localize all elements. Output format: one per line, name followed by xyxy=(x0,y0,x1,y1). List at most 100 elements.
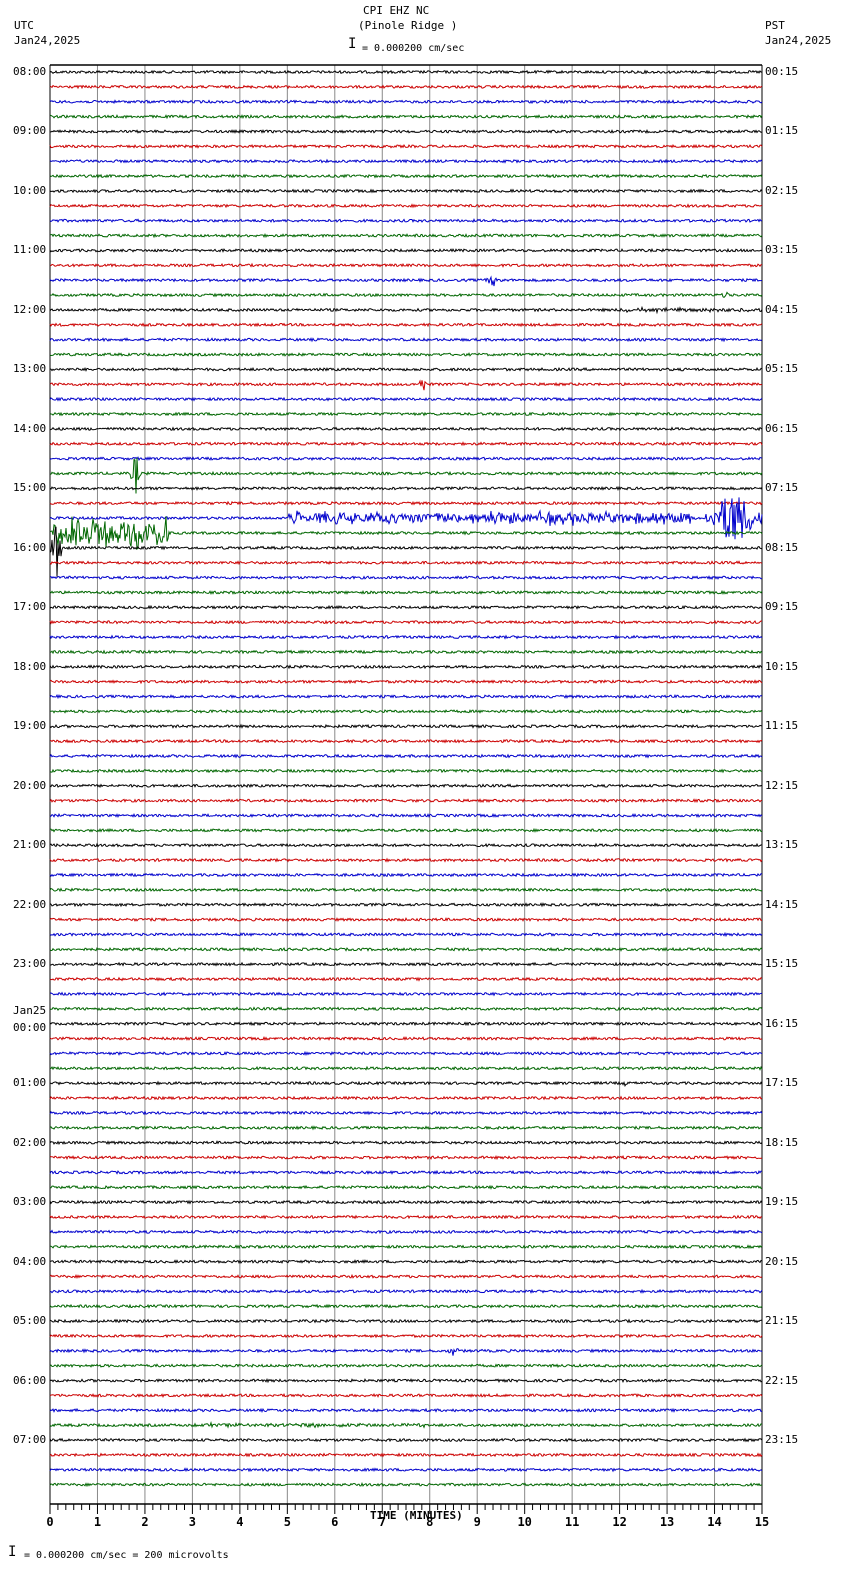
seismic-trace xyxy=(49,1244,763,1250)
utc-hour-label: 20:00 xyxy=(13,778,47,792)
seismic-trace xyxy=(49,143,763,149)
pst-hour-label: 13:15 xyxy=(765,838,799,852)
x-tick-label: 3 xyxy=(189,1515,196,1529)
utc-hour-label: 14:00 xyxy=(13,421,47,435)
seismic-trace xyxy=(49,575,763,580)
utc-hour-label: 15:00 xyxy=(13,481,47,495)
seismic-trace xyxy=(49,99,763,105)
seismic-trace xyxy=(50,827,763,833)
seismic-trace xyxy=(49,589,763,595)
seismic-trace xyxy=(49,188,763,194)
seismic-trace xyxy=(49,1125,763,1131)
utc-hour-label: 08:00 xyxy=(13,65,47,78)
seismic-trace xyxy=(49,69,763,75)
seismic-trace xyxy=(49,1035,762,1042)
x-tick-label: 10 xyxy=(517,1515,531,1529)
pst-hour-label: 19:15 xyxy=(765,1195,799,1209)
pst-hour-label: 10:15 xyxy=(765,659,799,673)
seismic-trace xyxy=(49,1006,763,1012)
seismic-trace xyxy=(49,1452,763,1458)
x-tick-label: 6 xyxy=(331,1515,338,1529)
pst-hour-label: 23:15 xyxy=(765,1433,799,1447)
seismic-trace xyxy=(49,441,763,447)
seismic-trace xyxy=(49,1184,763,1190)
seismic-trace xyxy=(49,262,763,268)
utc-hour-label: 10:00 xyxy=(13,183,47,197)
utc-hour-label: 05:00 xyxy=(13,1314,47,1328)
footer-scale-icon: I xyxy=(8,1544,17,1560)
seismic-trace xyxy=(49,857,763,863)
pst-hour-label: 06:15 xyxy=(765,421,799,435)
seismic-trace xyxy=(49,1348,763,1356)
seismic-trace xyxy=(49,664,763,670)
seismic-trace xyxy=(49,1050,763,1056)
utc-hour-label: 01:00 xyxy=(13,1076,47,1090)
seismic-trace xyxy=(49,1110,763,1116)
utc-hour-label: 06:00 xyxy=(13,1373,47,1387)
seismic-trace xyxy=(49,619,762,625)
seismic-trace xyxy=(49,84,763,90)
seismic-trace xyxy=(49,604,763,610)
seismic-trace xyxy=(49,1021,762,1027)
pst-hour-label: 02:15 xyxy=(765,183,799,197)
x-tick-label: 14 xyxy=(707,1515,721,1529)
seismic-trace xyxy=(49,411,763,417)
seismic-trace xyxy=(49,305,763,315)
pst-hour-label: 17:15 xyxy=(765,1076,799,1090)
seismic-trace xyxy=(49,1095,763,1101)
seismic-trace xyxy=(49,1303,763,1309)
seismic-trace xyxy=(49,485,763,491)
x-tick-label: 2 xyxy=(141,1515,148,1529)
utc-hour-label: 00:00 xyxy=(13,1020,47,1034)
footer-scale-label: = 0.000200 cm/sec = 200 microvolts xyxy=(24,1550,229,1561)
seismic-trace xyxy=(49,1482,763,1488)
pst-hour-label: 12:15 xyxy=(765,778,799,792)
seismic-trace xyxy=(49,753,763,759)
seismic-trace xyxy=(49,1288,763,1294)
seismic-trace xyxy=(49,456,763,462)
utc-hour-label: 19:00 xyxy=(13,719,47,733)
seismic-trace xyxy=(50,709,763,714)
x-tick-label: 0 xyxy=(46,1515,53,1529)
x-tick-label: 9 xyxy=(474,1515,481,1529)
seismic-trace xyxy=(49,649,763,655)
seismic-trace xyxy=(49,1273,763,1279)
x-tick-label: 11 xyxy=(565,1515,579,1529)
seismic-trace xyxy=(49,203,763,209)
pst-hour-label: 11:15 xyxy=(765,719,799,733)
pst-hour-label: 09:15 xyxy=(765,600,799,614)
seismic-trace xyxy=(49,1065,763,1071)
utc-hour-label: 18:00 xyxy=(13,659,47,673)
seismic-trace xyxy=(49,768,763,774)
seismic-trace xyxy=(49,396,763,402)
helicorder-plot: 0 1 2 3 4 5 6 7 8 9 10 11 12 13 14 15 xyxy=(46,64,769,1529)
seismic-trace xyxy=(49,917,763,922)
seismic-trace xyxy=(49,158,763,164)
seismic-trace xyxy=(49,783,763,789)
seismic-trace xyxy=(49,679,763,685)
seismic-trace xyxy=(49,1154,763,1161)
seismic-trace xyxy=(49,1467,763,1473)
seismic-trace xyxy=(49,1199,763,1205)
pst-hour-label: 14:15 xyxy=(765,897,799,911)
pst-hour-label: 07:15 xyxy=(765,481,799,495)
utc-hour-label: 23:00 xyxy=(13,957,47,971)
x-tick-label: 13 xyxy=(660,1515,674,1529)
seismic-trace xyxy=(49,1377,763,1384)
pst-hour-label: 04:15 xyxy=(765,302,799,316)
utc-hour-label: 04:00 xyxy=(13,1254,47,1268)
utc-hour-label: 11:00 xyxy=(13,243,47,257)
seismic-trace xyxy=(49,1214,763,1220)
seismic-trace xyxy=(49,500,763,506)
seismic-trace xyxy=(50,291,763,299)
seismic-trace xyxy=(49,1407,763,1413)
seismic-trace xyxy=(50,1259,763,1265)
seismic-trace xyxy=(49,1318,763,1324)
x-tick-label: 12 xyxy=(612,1515,626,1529)
utc-hour-label: 12:00 xyxy=(13,302,47,316)
seismic-trace xyxy=(49,872,763,878)
utc-hour-label: 07:00 xyxy=(13,1433,47,1447)
seismic-trace xyxy=(49,322,763,328)
seismic-trace xyxy=(49,128,763,134)
seismic-trace xyxy=(49,991,763,997)
